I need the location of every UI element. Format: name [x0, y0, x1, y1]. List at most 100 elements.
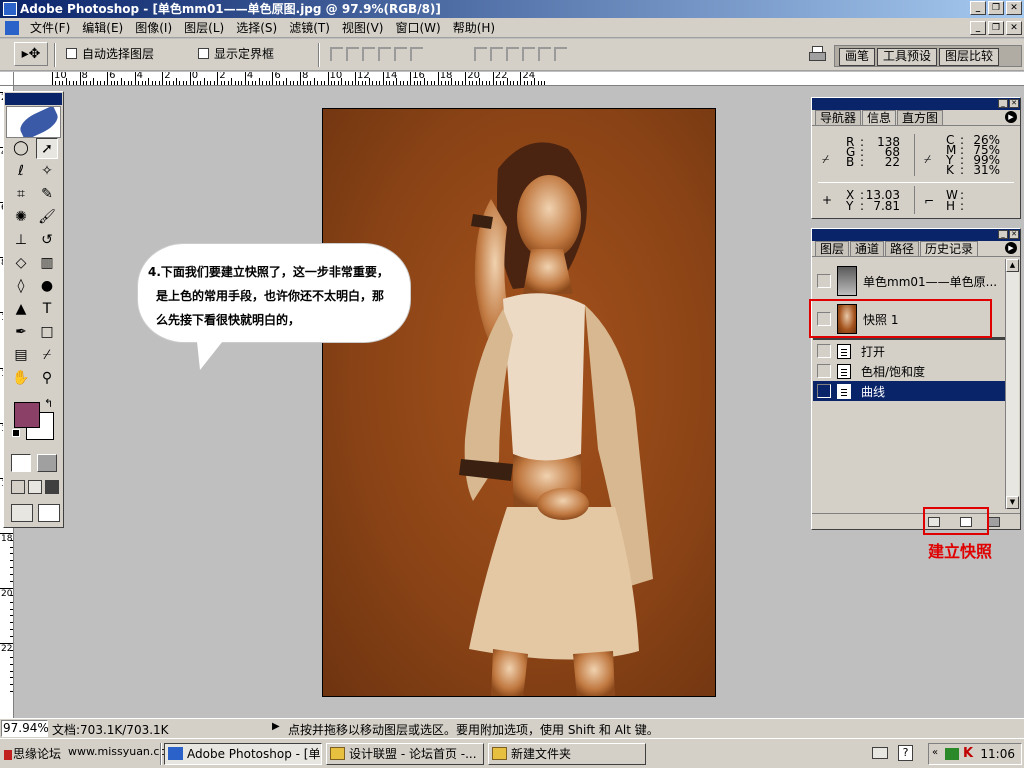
- well-tab-tool-presets[interactable]: 工具预设: [877, 48, 938, 66]
- palette-close-button[interactable]: ✕: [1009, 99, 1019, 108]
- hand-tool-icon[interactable]: ✋: [10, 368, 32, 389]
- slice-tool-icon[interactable]: ✎: [36, 184, 58, 205]
- rectangle-tool-icon[interactable]: □: [36, 322, 58, 343]
- doc-close-button[interactable]: ✕: [1006, 21, 1022, 35]
- history-brush-source-checkbox[interactable]: [817, 344, 831, 358]
- history-step-open[interactable]: 打开: [813, 341, 1005, 361]
- well-tab-layer-comps[interactable]: 图层比较: [939, 48, 1000, 66]
- elliptical-marquee-tool-icon[interactable]: ◯: [10, 138, 32, 159]
- palette-minimize-button[interactable]: _: [998, 230, 1008, 239]
- menu-file[interactable]: 文件(F): [24, 20, 76, 36]
- task-new-folder[interactable]: 新建文件夹: [488, 743, 646, 765]
- eyedropper-tool-icon[interactable]: ⌿: [36, 345, 58, 366]
- imageready-icon[interactable]: [38, 504, 60, 522]
- brush-tool-icon[interactable]: 🖌: [36, 207, 58, 228]
- status-menu-arrow-icon[interactable]: ▶: [272, 721, 280, 732]
- menu-image[interactable]: 图像(I): [129, 20, 178, 36]
- palette-menu-arrow-icon[interactable]: ▶: [1005, 242, 1017, 254]
- printer-icon[interactable]: [806, 44, 828, 64]
- tab-layers[interactable]: 图层: [815, 241, 850, 256]
- scroll-down-button[interactable]: ▼: [1006, 496, 1019, 509]
- menu-view[interactable]: 视图(V): [336, 20, 390, 36]
- close-button[interactable]: ✕: [1006, 1, 1022, 15]
- clone-stamp-tool-icon[interactable]: ⊥: [10, 230, 32, 251]
- menu-help[interactable]: 帮助(H): [447, 20, 501, 36]
- default-colors-icon[interactable]: [12, 429, 20, 437]
- doc-minimize-button[interactable]: _: [970, 21, 986, 35]
- move-tool-icon[interactable]: ➚: [36, 138, 58, 159]
- show-bounding-box-checkbox[interactable]: [198, 48, 209, 59]
- tray-expand-icon[interactable]: «: [932, 747, 938, 758]
- tray-network-icon[interactable]: [945, 748, 959, 760]
- well-tab-brushes[interactable]: 画笔: [839, 48, 876, 66]
- palette-menu-arrow-icon[interactable]: ▶: [1005, 111, 1017, 123]
- dodge-tool-icon[interactable]: ●: [36, 276, 58, 297]
- healing-brush-tool-icon[interactable]: ✺: [10, 207, 32, 228]
- task-photoshop[interactable]: Adobe Photoshop - [单...: [164, 743, 322, 765]
- palette-minimize-button[interactable]: _: [998, 99, 1008, 108]
- zoom-field[interactable]: 97.94%: [1, 720, 49, 737]
- delete-state-trash-icon[interactable]: [988, 517, 1000, 527]
- history-step-hue-saturation[interactable]: 色相/饱和度: [813, 361, 1005, 381]
- history-brush-source-checkbox[interactable]: [817, 384, 831, 398]
- align-buttons[interactable]: [330, 47, 423, 61]
- move-tool-preset-picker[interactable]: ▸✥: [14, 42, 48, 66]
- full-screen-mode-button[interactable]: [45, 480, 59, 494]
- eraser-tool-icon[interactable]: ◇: [10, 253, 32, 274]
- scroll-up-button[interactable]: ▲: [1006, 259, 1019, 272]
- standard-screen-mode-button[interactable]: [11, 480, 25, 494]
- tab-histogram[interactable]: 直方图: [897, 110, 944, 125]
- full-screen-menu-mode-button[interactable]: [28, 480, 42, 494]
- history-brush-source-icon[interactable]: [817, 274, 831, 288]
- menu-edit[interactable]: 编辑(E): [76, 20, 129, 36]
- menu-select[interactable]: 选择(S): [230, 20, 283, 36]
- auto-select-layer-checkbox[interactable]: [66, 48, 77, 59]
- minimize-button[interactable]: _: [970, 1, 986, 15]
- task-design-alliance[interactable]: 设计联盟 - 论坛首页 -...: [326, 743, 484, 765]
- history-source-snapshot[interactable]: 单色mm01——单色原...: [813, 263, 1005, 299]
- help-icon[interactable]: ?: [898, 745, 913, 761]
- type-tool-icon[interactable]: T: [36, 299, 58, 320]
- menu-layer[interactable]: 图层(L): [178, 20, 230, 36]
- standard-mode-button[interactable]: [11, 454, 31, 472]
- document-canvas[interactable]: [322, 108, 716, 697]
- distribute-buttons[interactable]: [474, 47, 567, 61]
- swap-colors-icon[interactable]: ↰: [44, 397, 53, 410]
- restore-button[interactable]: ❐: [988, 1, 1004, 15]
- menu-filter[interactable]: 滤镜(T): [283, 20, 336, 36]
- tab-history[interactable]: 历史记录: [920, 241, 979, 256]
- tab-info[interactable]: 信息: [862, 110, 897, 125]
- magic-wand-tool-icon[interactable]: ✧: [36, 161, 58, 182]
- history-brush-tool-icon[interactable]: ↺: [36, 230, 58, 251]
- document-icon[interactable]: [5, 21, 19, 35]
- quick-mask-mode-button[interactable]: [37, 454, 57, 472]
- tab-paths[interactable]: 路径: [885, 241, 920, 256]
- ruler-origin[interactable]: [0, 72, 14, 86]
- gradient-tool-icon[interactable]: ▥: [36, 253, 58, 274]
- history-palette-title-bar[interactable]: _ ✕: [812, 229, 1020, 241]
- history-scrollbar[interactable]: ▲ ▼: [1005, 259, 1019, 509]
- tab-channels[interactable]: 通道: [850, 241, 885, 256]
- quicklaunch-forum[interactable]: 思缘论坛: [4, 745, 61, 762]
- foreground-color-swatch[interactable]: [14, 402, 40, 428]
- keyboard-icon[interactable]: [872, 747, 888, 759]
- history-brush-source-checkbox[interactable]: [817, 364, 831, 378]
- toolbox-title-bar[interactable]: [5, 93, 62, 105]
- menu-window[interactable]: 窗口(W): [389, 20, 446, 36]
- tray-antivirus-icon[interactable]: K: [963, 746, 973, 761]
- history-step-curves[interactable]: 曲线: [813, 381, 1005, 401]
- adobe-online-logo[interactable]: [6, 106, 61, 138]
- notes-tool-icon[interactable]: ▤: [10, 345, 32, 366]
- blur-tool-icon[interactable]: ◊: [10, 276, 32, 297]
- tab-navigator[interactable]: 导航器: [815, 110, 862, 125]
- palette-close-button[interactable]: ✕: [1009, 230, 1019, 239]
- path-selection-tool-icon[interactable]: ▲: [10, 299, 32, 320]
- doc-restore-button[interactable]: ❐: [988, 21, 1004, 35]
- document-size[interactable]: 文档:703.1K/703.1K: [52, 721, 169, 738]
- pen-tool-icon[interactable]: ✒: [10, 322, 32, 343]
- zoom-tool-icon[interactable]: ⚲: [36, 368, 58, 389]
- horizontal-ruler[interactable]: 10 8 6 4 2 0 2 4 6 8 10 12 14 16 18 20 22 24: [14, 72, 1024, 86]
- info-palette-title-bar[interactable]: _ ✕: [812, 98, 1020, 110]
- lasso-tool-icon[interactable]: ℓ: [10, 161, 32, 182]
- crop-tool-icon[interactable]: ⌗: [10, 184, 32, 205]
